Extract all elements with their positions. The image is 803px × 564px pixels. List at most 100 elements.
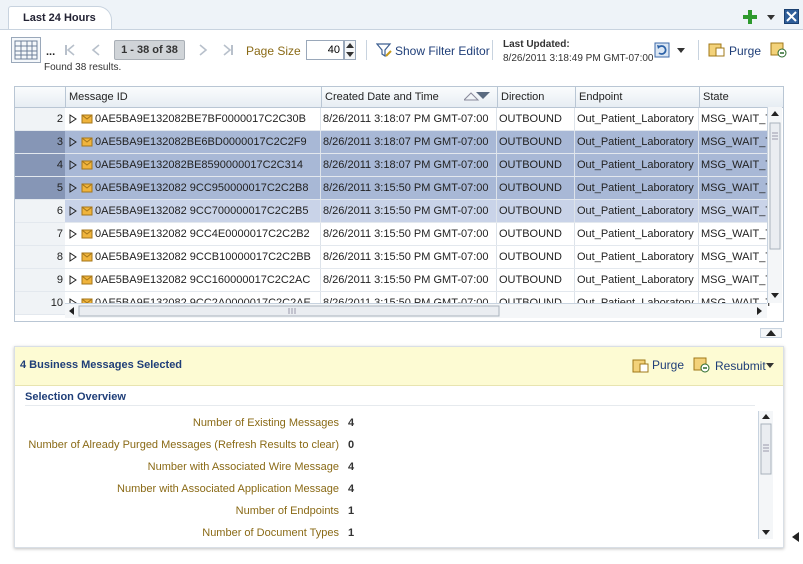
expand-arrow-icon[interactable]	[68, 131, 78, 153]
column-divider	[574, 177, 575, 199]
column-divider	[698, 108, 699, 130]
table-view-icon[interactable]	[11, 37, 41, 63]
column-header-direction[interactable]: Direction	[497, 87, 575, 107]
selection-detail-panel: 4 Business Messages Selected Purge Resub…	[14, 346, 784, 548]
cell-state: MSG_WAIT_T	[701, 205, 773, 217]
cell-state: MSG_WAIT_T	[701, 228, 773, 240]
cell-date: 8/26/2011 3:15:50 PM GMT-07:00	[323, 228, 489, 240]
resubmit-icon[interactable]	[770, 42, 788, 58]
envelope-icon	[81, 177, 93, 199]
splitter-collapse-icon[interactable]	[760, 328, 782, 338]
last-updated-label: Last Updated:	[503, 39, 570, 50]
expand-arrow-icon[interactable]	[68, 246, 78, 268]
expand-arrow-icon[interactable]	[68, 108, 78, 130]
cell-state: MSG_WAIT_T	[701, 274, 773, 286]
detail-purge-button[interactable]: Purge	[652, 358, 684, 372]
toolbar-divider	[698, 40, 699, 60]
table-row[interactable]: 6 0AE5BA9E132082 9CC700000017C2C2B5 8/26/2…	[15, 200, 772, 223]
expand-arrow-icon[interactable]	[68, 177, 78, 199]
row-number: 3	[56, 136, 63, 148]
table-horizontal-scrollbar[interactable]	[65, 303, 767, 318]
cell-endpoint: Out_Patient_Laboratory	[577, 251, 694, 263]
chevron-down-icon[interactable]	[765, 10, 777, 24]
overview-label: Number with Associated Application Messa…	[117, 483, 339, 495]
resubmit-icon[interactable]	[693, 357, 711, 373]
overview-value: 4	[348, 417, 355, 429]
cell-id: 0AE5BA9E132082BE8590000017C2C314	[95, 159, 303, 171]
column-divider	[698, 131, 699, 153]
refresh-icon[interactable]	[652, 41, 672, 59]
expand-arrow-icon[interactable]	[68, 154, 78, 176]
cell-date: 8/26/2011 3:18:07 PM GMT-07:00	[323, 159, 489, 171]
previous-page-icon[interactable]	[88, 42, 104, 58]
cell-date: 8/26/2011 3:18:07 PM GMT-07:00	[323, 113, 489, 125]
refresh-menu-chevron-icon[interactable]	[676, 46, 686, 54]
envelope-icon	[81, 131, 93, 153]
found-results-text: Found 38 results.	[44, 62, 122, 73]
column-header-message-id[interactable]: Message ID	[65, 87, 321, 107]
table-vertical-scrollbar[interactable]	[767, 107, 782, 303]
column-divider	[320, 200, 321, 222]
cell-date: 8/26/2011 3:15:50 PM GMT-07:00	[323, 182, 489, 194]
page-size-stepper[interactable]	[344, 40, 356, 60]
table-row[interactable]: 9 0AE5BA9E132082 9CC160000017C2C2AC 8/26/2…	[15, 269, 772, 292]
row-number-cell: 5	[15, 177, 65, 199]
selection-overview-list: Number of Existing Messages 4 Number of Al…	[15, 407, 755, 543]
row-number: 6	[56, 205, 63, 217]
column-divider	[574, 200, 575, 222]
purge-icon[interactable]	[708, 42, 726, 58]
column-header-endpoint[interactable]: Endpoint	[575, 87, 699, 107]
table-row[interactable]: 2 0AE5BA9E132082BE7BF0000017C2C30B 8/26/20…	[15, 108, 772, 131]
cell-endpoint: Out_Patient_Laboratory	[577, 274, 694, 286]
column-divider	[496, 269, 497, 291]
cell-direction: OUTBOUND	[499, 274, 562, 286]
purge-button[interactable]: Purge	[729, 44, 761, 58]
row-number: 4	[56, 159, 63, 171]
first-page-icon[interactable]	[62, 42, 78, 58]
expand-arrow-icon[interactable]	[68, 200, 78, 222]
page-size-input[interactable]	[306, 40, 344, 60]
table-row[interactable]: 3 0AE5BA9E132082BE6BD0000017C2C2F9 8/26/20…	[15, 131, 772, 154]
cell-direction: OUTBOUND	[499, 251, 562, 263]
detail-resubmit-button[interactable]: Resubmit	[715, 359, 766, 373]
cell-direction: OUTBOUND	[499, 113, 562, 125]
row-number-cell: 3	[15, 131, 65, 153]
column-divider	[698, 200, 699, 222]
table-row[interactable]: 7 0AE5BA9E132082 9CC4E0000017C2C2B2 8/26/2…	[15, 223, 772, 246]
show-filter-editor-link[interactable]: Show Filter Editor	[395, 44, 490, 58]
table-row[interactable]: 5 0AE5BA9E132082 9CC950000017C2C2B8 8/26/2…	[15, 177, 772, 200]
selection-overview-heading: Selection Overview	[25, 391, 126, 403]
last-updated-value: 8/26/2011 3:18:49 PM GMT-07:00	[503, 53, 654, 64]
row-number: 2	[56, 113, 63, 125]
last-page-icon[interactable]	[220, 42, 236, 58]
cell-state: MSG_WAIT_T	[701, 113, 773, 125]
purge-icon[interactable]	[632, 358, 650, 374]
resubmit-menu-chevron-icon[interactable]	[765, 361, 775, 369]
row-number: 7	[56, 228, 63, 240]
next-page-icon[interactable]	[195, 42, 211, 58]
tab-last-24-hours[interactable]: Last 24 Hours	[8, 6, 112, 29]
column-divider	[496, 200, 497, 222]
table-row[interactable]: 8 0AE5BA9E132082 9CCB10000017C2C2BB 8/26/2…	[15, 246, 772, 269]
cell-endpoint: Out_Patient_Laboratory	[577, 113, 694, 125]
envelope-icon	[81, 246, 93, 268]
side-panel-toggle-icon[interactable]	[789, 528, 801, 546]
cell-id: 0AE5BA9E132082 9CC160000017C2C2AC	[95, 274, 311, 286]
add-icon[interactable]	[741, 8, 759, 26]
close-icon[interactable]	[784, 9, 799, 24]
column-divider	[698, 246, 699, 268]
column-header-state[interactable]: State	[699, 87, 767, 107]
divider	[25, 405, 755, 406]
table-row[interactable]: 4 0AE5BA9E132082BE8590000017C2C314 8/26/20…	[15, 154, 772, 177]
row-number-cell: 7	[15, 223, 65, 245]
table-header: Message ID Created Date and Time Directi…	[15, 87, 783, 108]
overview-vertical-scrollbar[interactable]	[758, 411, 773, 539]
more-ellipsis[interactable]: ...	[46, 46, 55, 58]
cell-date: 8/26/2011 3:18:07 PM GMT-07:00	[323, 136, 489, 148]
expand-arrow-icon[interactable]	[68, 223, 78, 245]
expand-arrow-icon[interactable]	[68, 269, 78, 291]
overview-value: 4	[348, 461, 355, 473]
sort-icon[interactable]	[463, 90, 491, 102]
overview-value: 1	[348, 527, 355, 539]
filter-icon[interactable]	[376, 42, 392, 58]
